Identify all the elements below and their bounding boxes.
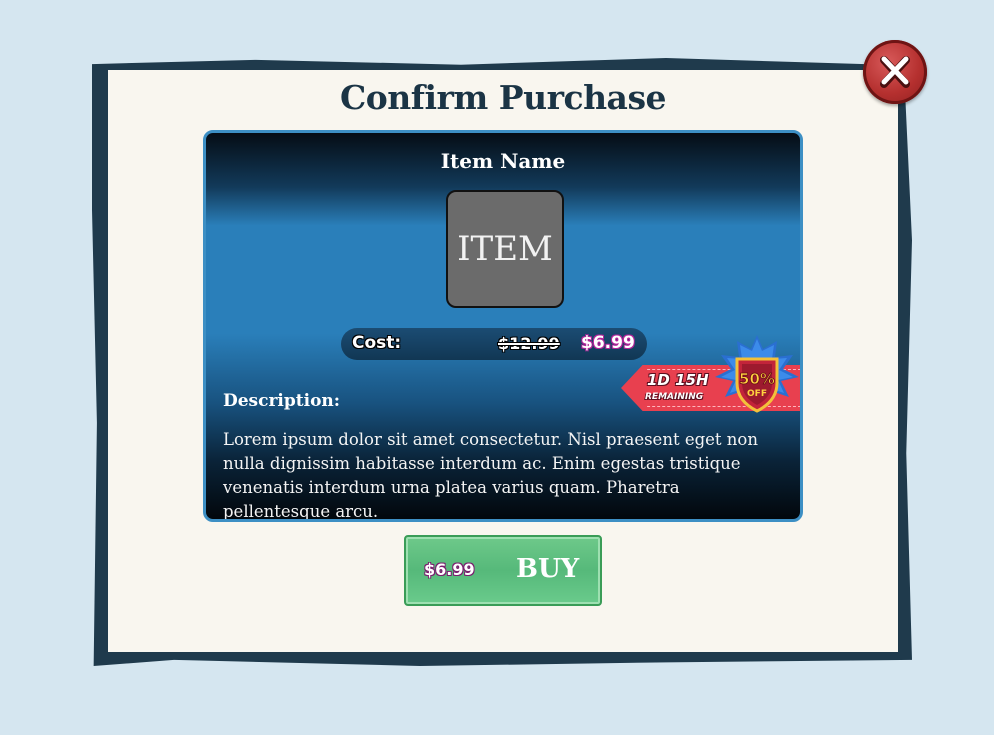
item-name: Item Name [440,149,566,173]
close-button[interactable] [863,40,927,104]
item-placeholder-text: ITEM [457,229,553,269]
promo-discount: 50% [739,370,775,388]
close-x-icon [880,56,910,88]
discount-shield-icon: 50% OFF [715,335,799,413]
promo-off-label: OFF [747,389,767,399]
cost-label: Cost: [352,333,402,353]
item-image: ITEM [446,190,564,308]
dialog-title: Confirm Purchase [339,78,667,117]
promo-remaining-label: REMAINING [645,392,704,402]
buy-button[interactable]: $6.99 BUY [404,535,602,606]
promo-tag: 1D 15H REMAINING 50% OFF [621,335,800,417]
promo-time-left: 1D 15H [647,371,709,389]
description-text: Lorem ipsum dolor sit amet consectetur. … [223,430,758,521]
original-price: $12.99 [498,334,560,353]
buy-label: BUY [516,554,580,584]
description-label: Description: [223,391,341,411]
item-card: Item Name ITEM Cost: $12.99 $6.99 1D 15H… [203,130,803,522]
cost-bar: Cost: $12.99 $6.99 [341,328,647,360]
buy-price: $6.99 [424,560,475,579]
